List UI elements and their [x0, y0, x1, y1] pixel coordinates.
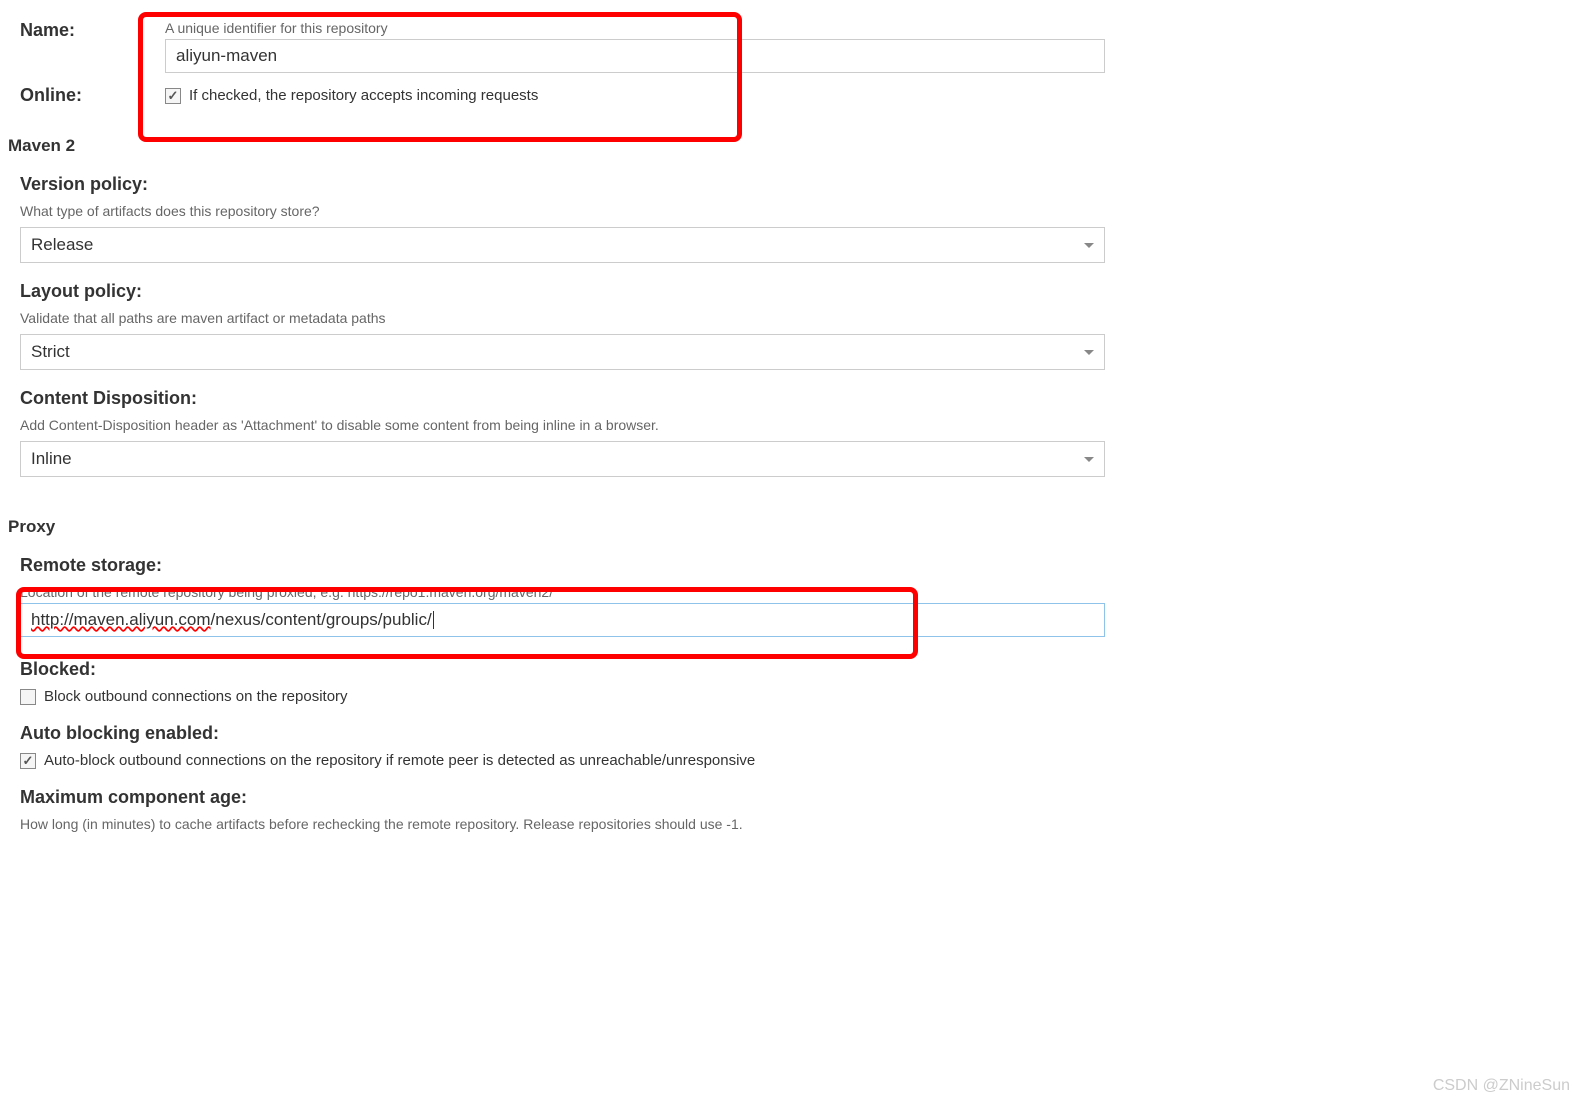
blocked-label: Blocked: [20, 659, 1105, 680]
content-disposition-value: Inline [31, 449, 72, 469]
chevron-down-icon [1084, 350, 1094, 355]
version-policy-value: Release [31, 235, 93, 255]
layout-policy-label: Layout policy: [20, 281, 1105, 302]
layout-policy-select[interactable]: Strict [20, 334, 1105, 370]
maven2-header: Maven 2 [8, 136, 1105, 156]
max-component-age-label: Maximum component age: [20, 787, 1105, 808]
watermark: CSDN @ZNineSun [1433, 1077, 1570, 1095]
version-policy-select[interactable]: Release [20, 227, 1105, 263]
auto-blocking-label: Auto blocking enabled: [20, 723, 1105, 744]
layout-policy-value: Strict [31, 342, 70, 362]
name-help: A unique identifier for this repository [165, 20, 1105, 36]
content-disposition-select[interactable]: Inline [20, 441, 1105, 477]
auto-blocking-checkbox[interactable] [20, 753, 36, 769]
version-policy-help: What type of artifacts does this reposit… [20, 203, 1105, 219]
online-checkbox-label: If checked, the repository accepts incom… [189, 87, 538, 104]
online-checkbox[interactable] [165, 88, 181, 104]
remote-storage-help: Location of the remote repository being … [20, 584, 1105, 600]
version-policy-label: Version policy: [20, 174, 1105, 195]
online-label: Online: [20, 85, 82, 105]
content-disposition-help: Add Content-Disposition header as 'Attac… [20, 417, 1105, 433]
chevron-down-icon [1084, 243, 1094, 248]
layout-policy-help: Validate that all paths are maven artifa… [20, 310, 1105, 326]
proxy-header: Proxy [8, 517, 1105, 537]
auto-blocking-checkbox-label: Auto-block outbound connections on the r… [44, 752, 755, 769]
blocked-checkbox-label: Block outbound connections on the reposi… [44, 688, 348, 705]
remote-storage-input[interactable]: http://maven.aliyun.com/nexus/content/gr… [20, 603, 1105, 637]
name-label: Name: [20, 20, 75, 40]
content-disposition-label: Content Disposition: [20, 388, 1105, 409]
remote-storage-label: Remote storage: [20, 555, 1105, 576]
name-input[interactable] [165, 39, 1105, 73]
blocked-checkbox[interactable] [20, 689, 36, 705]
chevron-down-icon [1084, 457, 1094, 462]
max-component-age-help: How long (in minutes) to cache artifacts… [20, 816, 1105, 832]
